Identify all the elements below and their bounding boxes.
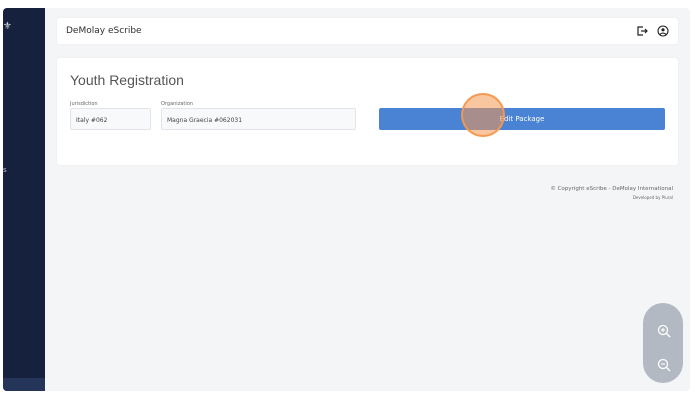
zoom-controls (643, 303, 683, 383)
youth-registration-card: Youth Registration Jurisdiction Italy #0… (57, 58, 678, 165)
copyright-text: © Copyright eScribe - DeMolay Internatio… (550, 186, 673, 192)
sidebar-footer (3, 378, 45, 391)
logout-icon[interactable] (636, 25, 648, 37)
organization-field[interactable]: Magna Graecia #062031 (161, 108, 356, 130)
top-header: DeMolay eScribe (57, 18, 678, 44)
jurisdiction-field[interactable]: Italy #062 (70, 108, 151, 130)
brand-title: DeMolay eScribe (66, 26, 142, 36)
developed-by-text: Developed by Plural (632, 195, 673, 200)
app-frame: ⚜ s DeMolay eScribe Youth Registration J… (3, 8, 690, 391)
organization-label: Organization (161, 101, 193, 107)
sidebar-item-label[interactable]: s (3, 166, 7, 174)
logo-icon: ⚜ (3, 21, 12, 32)
click-indicator (461, 93, 505, 137)
jurisdiction-label: Jurisdiction (70, 101, 98, 107)
user-circle-icon[interactable] (657, 25, 669, 37)
zoom-out-icon[interactable] (657, 358, 671, 372)
sidebar: ⚜ s (3, 8, 45, 391)
zoom-in-icon[interactable] (657, 324, 671, 338)
edit-package-button[interactable]: Edit Package (379, 108, 665, 130)
page-title: Youth Registration (70, 72, 184, 88)
